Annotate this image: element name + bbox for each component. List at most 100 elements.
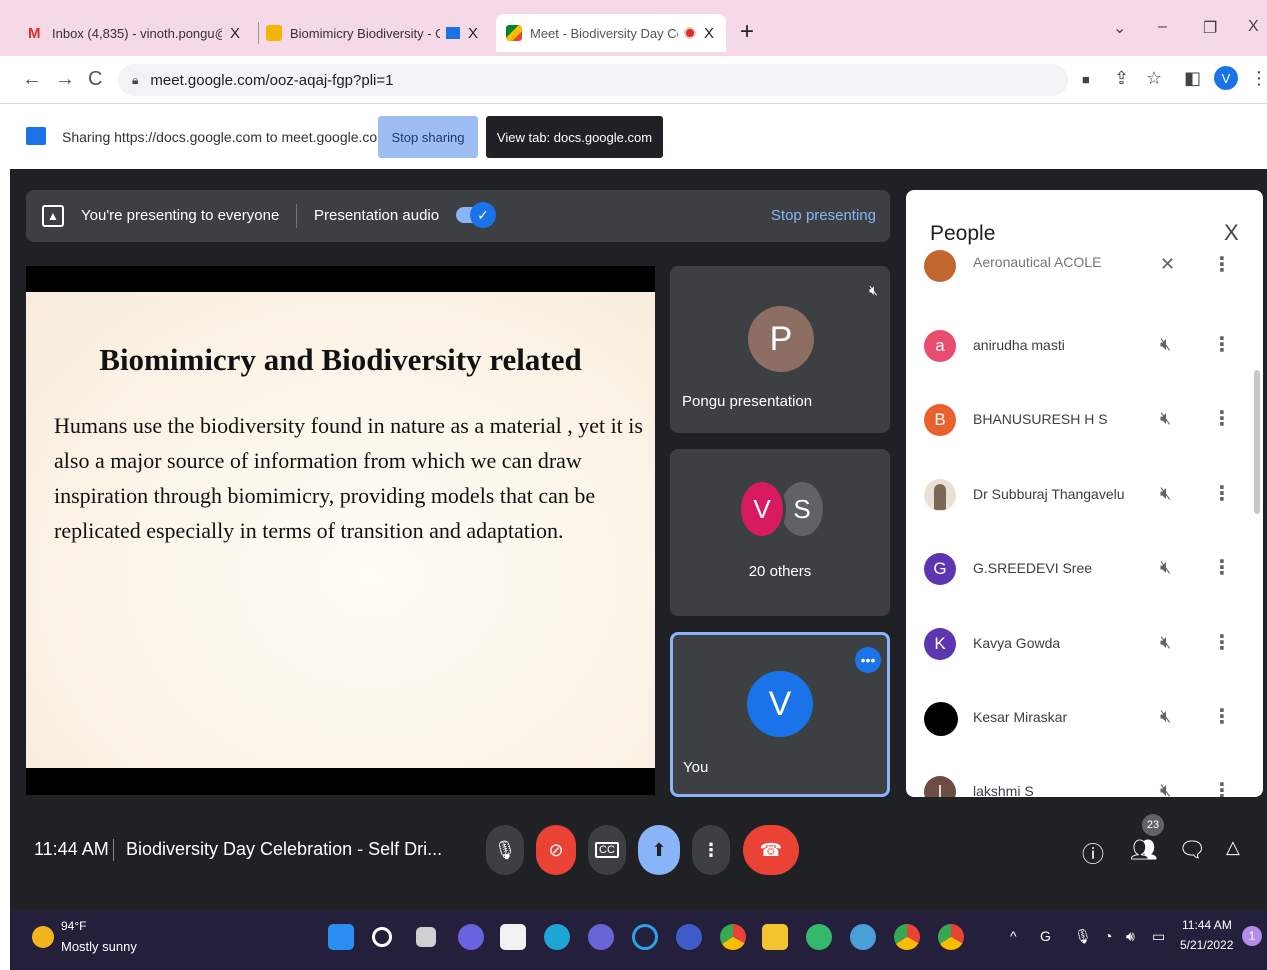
forward-icon[interactable]: → xyxy=(55,68,75,91)
meeting-details-icon[interactable]: ⓘ xyxy=(1082,837,1104,869)
participant-row[interactable]: G G.SREEDEVI Sree 🔇︎ ⋮ xyxy=(924,553,1244,597)
more-options-icon[interactable]: ⋮ xyxy=(1212,778,1232,797)
minimize-button[interactable]: – xyxy=(1158,18,1167,36)
more-options-icon[interactable]: ⋮ xyxy=(1212,630,1232,655)
close-icon[interactable]: X xyxy=(468,25,478,42)
search-icon[interactable] xyxy=(372,927,392,947)
weather-sun-icon[interactable] xyxy=(32,926,54,948)
participant-row[interactable]: K Kavya Gowda 🔇︎ ⋮ xyxy=(924,628,1244,672)
others-count: 20 others xyxy=(748,563,812,580)
share-icon[interactable]: ⇪ xyxy=(1114,68,1129,89)
view-tab-button[interactable]: View tab: docs.google.com xyxy=(486,116,663,158)
weather-description[interactable]: Mostly sunny xyxy=(61,939,137,954)
slides-icon xyxy=(266,25,282,41)
microphone-icon[interactable]: 🎙︎ xyxy=(1074,928,1092,945)
leave-call-button[interactable]: ☎︎ xyxy=(743,825,799,875)
stop-presenting-button[interactable]: Stop presenting xyxy=(771,207,876,224)
task-view-icon[interactable] xyxy=(416,927,436,947)
more-vert-icon: ⋮ xyxy=(702,839,720,860)
tab-gmail[interactable]: M Inbox (4,835) - vinoth.pongu@gr X xyxy=(28,14,250,52)
profile-avatar[interactable]: V xyxy=(1214,66,1238,90)
side-panel-icon[interactable]: ◧ xyxy=(1184,68,1201,89)
participant-tile-self[interactable]: ••• V You xyxy=(670,632,890,797)
address-bar[interactable]: 🔒︎ meet.google.com/ooz-aqaj-fgp?pli=1 xyxy=(118,64,1068,96)
camera-in-use-icon[interactable]: ■ xyxy=(1082,72,1090,87)
file-explorer-icon[interactable] xyxy=(762,924,788,950)
present-now-button[interactable]: ⬆ xyxy=(638,825,680,875)
participant-tile-pongu[interactable]: 🔇︎ P Pongu presentation xyxy=(670,266,890,433)
system-time[interactable]: 11:44 AM xyxy=(1182,918,1232,932)
mic-off-icon[interactable]: 🔇︎ xyxy=(1160,334,1171,355)
chrome-icon[interactable] xyxy=(720,924,746,950)
mic-off-icon[interactable]: 🔇︎ xyxy=(1160,780,1171,797)
mic-off-icon[interactable]: 🔇︎ xyxy=(1160,408,1171,429)
close-icon[interactable]: X xyxy=(1224,220,1239,246)
chrome-active-icon[interactable] xyxy=(938,924,964,950)
system-date[interactable]: 5/21/2022 xyxy=(1180,938,1233,952)
reload-icon[interactable]: C xyxy=(88,68,102,91)
stop-sharing-button[interactable]: Stop sharing xyxy=(378,116,478,158)
participant-tile-others[interactable]: S V 20 others xyxy=(670,449,890,616)
more-options-icon[interactable]: ⋮ xyxy=(1212,555,1232,580)
store-icon[interactable] xyxy=(500,924,526,950)
people-icon[interactable]: 👥︎ xyxy=(1130,837,1158,863)
scrollbar[interactable] xyxy=(1254,370,1260,514)
app-icon[interactable] xyxy=(588,924,614,950)
close-window-button[interactable]: X xyxy=(1248,18,1259,36)
tab-meet[interactable]: Meet - Biodiversity Day Cele X xyxy=(496,14,726,52)
more-options-button[interactable]: ⋮ xyxy=(692,825,730,875)
maximize-button[interactable]: ❐ xyxy=(1203,18,1217,38)
participant-row[interactable]: l lakshmi S 🔇︎ ⋮ xyxy=(924,776,1244,797)
participant-avatar: B xyxy=(924,404,956,436)
participant-name: Kavya Gowda xyxy=(973,635,1061,651)
participant-row[interactable]: a anirudha masti 🔇︎ ⋮ xyxy=(924,330,1244,374)
activities-icon[interactable]: △ xyxy=(1226,837,1240,858)
app-icon[interactable] xyxy=(850,924,876,950)
volume-icon[interactable]: 🔊︎ xyxy=(1126,928,1135,945)
meeting-clock: 11:44 AM xyxy=(34,839,109,859)
notification-badge[interactable]: 1 xyxy=(1242,926,1262,946)
people-panel-title: People xyxy=(930,222,996,245)
mic-off-icon[interactable]: ✕ xyxy=(1160,254,1175,275)
captions-button[interactable]: CC xyxy=(588,825,626,875)
mic-off-icon[interactable]: 🔇︎ xyxy=(1160,483,1171,504)
back-icon[interactable]: ← xyxy=(22,68,42,91)
new-tab-button[interactable]: + xyxy=(740,18,754,46)
app-icon[interactable] xyxy=(676,924,702,950)
camera-off-button[interactable]: ⊘ xyxy=(536,825,576,875)
chat-icon[interactable]: 🗨︎ xyxy=(1178,837,1206,863)
edge-icon[interactable] xyxy=(544,924,570,950)
weather-temperature[interactable]: 94°F xyxy=(61,919,86,933)
more-options-icon[interactable]: ⋮ xyxy=(1212,406,1232,431)
teams-chat-icon[interactable] xyxy=(458,924,484,950)
participant-avatar: K xyxy=(924,628,956,660)
tab-search-icon[interactable]: ⌄ xyxy=(1113,18,1126,38)
tab-slides[interactable]: Biomimicry Biodiversity - Go X xyxy=(266,14,490,52)
more-options-icon[interactable]: ••• xyxy=(855,647,881,673)
mic-off-icon[interactable]: 🔇︎ xyxy=(1160,706,1171,727)
participant-row[interactable]: Kesar Miraskar 🔇︎ ⋮ xyxy=(924,702,1244,746)
check-icon[interactable]: ✓ xyxy=(470,202,496,228)
edge-dev-icon[interactable] xyxy=(806,924,832,950)
mic-off-icon[interactable]: 🔇︎ xyxy=(1160,557,1171,578)
mic-off-icon[interactable]: 🔇︎ xyxy=(1160,632,1171,653)
battery-icon[interactable]: ▭ xyxy=(1152,928,1165,945)
start-menu-icon[interactable] xyxy=(328,924,354,950)
chevron-up-icon[interactable]: ^ xyxy=(1010,928,1017,944)
more-options-icon[interactable]: ⋮ xyxy=(1212,481,1232,506)
participant-row[interactable]: Aeronautical ACOLE ✕ ⋮ xyxy=(924,250,1244,304)
more-options-icon[interactable]: ⋮ xyxy=(1212,704,1232,729)
close-icon[interactable]: X xyxy=(230,25,240,42)
more-options-icon[interactable]: ⋮ xyxy=(1212,252,1232,277)
participant-row[interactable]: Dr Subburaj Thangavelu 🔇︎ ⋮ xyxy=(924,479,1244,523)
participant-row[interactable]: B BHANUSURESH H S 🔇︎ ⋮ xyxy=(924,404,1244,448)
microphone-button[interactable]: 🎙︎ xyxy=(486,825,524,875)
google-drive-icon[interactable]: G xyxy=(1040,928,1051,944)
chrome-profile-icon[interactable] xyxy=(894,924,920,950)
more-options-icon[interactable]: ⋮ xyxy=(1212,332,1232,357)
bookmark-star-icon[interactable]: ☆ xyxy=(1146,68,1162,89)
close-icon[interactable]: X xyxy=(704,25,714,42)
menu-dots-icon[interactable]: ⋮ xyxy=(1250,68,1267,89)
wifi-icon[interactable]: ◔ xyxy=(1104,928,1112,944)
cortana-icon[interactable] xyxy=(632,924,658,950)
